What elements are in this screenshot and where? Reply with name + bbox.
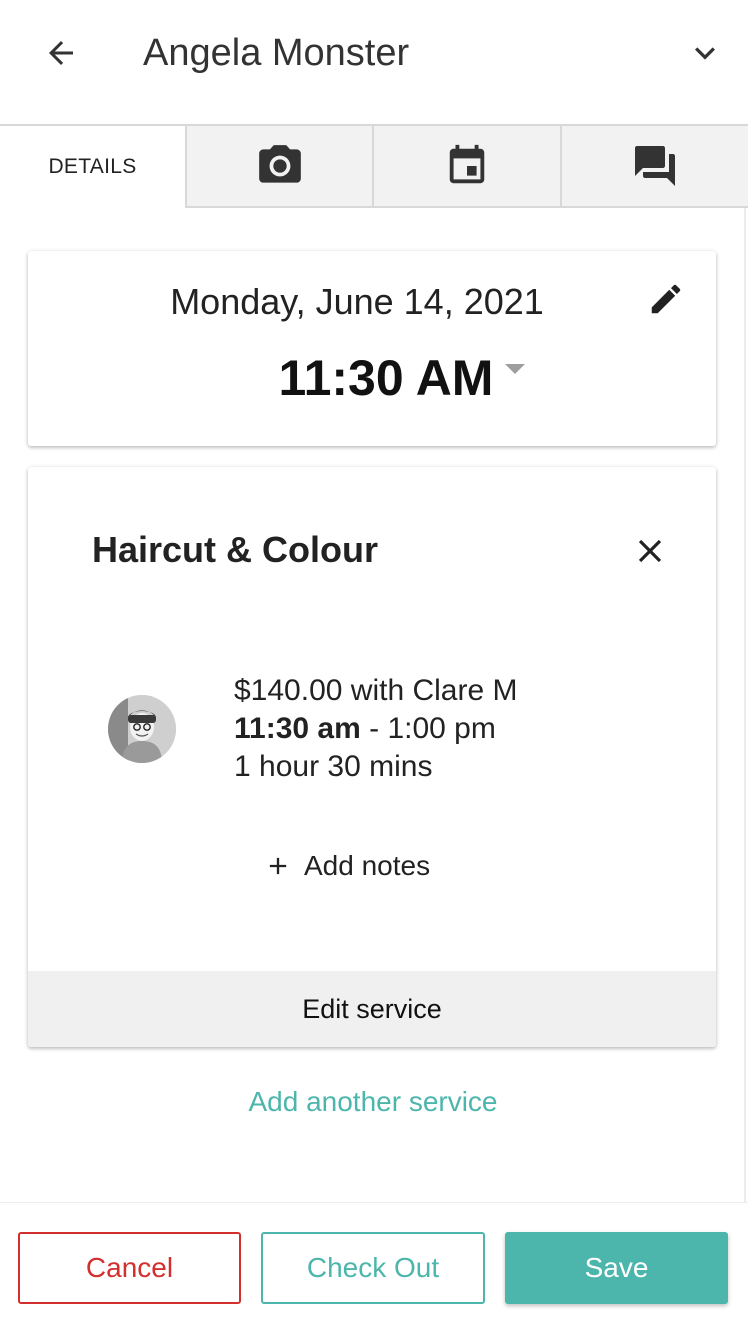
edit-date-button[interactable] [644, 277, 688, 321]
service-details: $140.00 with Clare M 11:30 am - 1:00 pm … [234, 672, 517, 786]
staff-avatar [108, 695, 176, 763]
service-name: Haircut & Colour [92, 529, 379, 570]
tab-bar: DETAILS [0, 124, 748, 208]
chat-icon [635, 146, 675, 186]
service-duration: 1 hour 30 mins [234, 750, 433, 783]
plus-icon [269, 857, 287, 875]
calendar-icon [449, 144, 485, 184]
pencil-icon [651, 284, 681, 314]
caret-down-icon [505, 364, 526, 374]
camera-icon [258, 145, 301, 183]
save-button[interactable]: Save [505, 1232, 728, 1304]
tab-messages[interactable] [560, 126, 748, 208]
tab-photos[interactable] [185, 126, 372, 208]
time-selector[interactable]: 11:30 AM [28, 349, 716, 407]
tab-details-label: DETAILS [48, 155, 137, 178]
app-header: Angela Monster [0, 0, 748, 124]
client-name: Angela Monster [143, 32, 410, 74]
appointment-datetime-card: Monday, June 14, 2021 11:30 AM [28, 251, 716, 446]
service-time-range: 11:30 am - 1:00 pm [234, 710, 517, 748]
cancel-button[interactable]: Cancel [18, 1232, 241, 1304]
add-notes-button[interactable]: Add notes [264, 850, 430, 882]
service-start-time: 11:30 am [234, 712, 361, 745]
appointment-time: 11:30 AM [278, 350, 494, 406]
edit-service-button[interactable]: Edit service [28, 971, 716, 1047]
service-end-time: - 1:00 pm [360, 712, 496, 745]
action-footer: Cancel Check Out Save [0, 1202, 748, 1330]
details-content: Monday, June 14, 2021 11:30 AM Haircut &… [0, 208, 746, 1202]
remove-service-button[interactable] [628, 529, 672, 573]
chevron-down-icon [695, 47, 715, 60]
expand-button[interactable] [680, 28, 730, 78]
arrow-left-icon [49, 41, 73, 65]
close-icon [638, 539, 662, 563]
add-notes-label: Add notes [304, 850, 431, 881]
service-price-staff: $140.00 with Clare M [234, 674, 518, 707]
service-card: Haircut & Colour $140.00 with Clare M 11… [28, 467, 716, 1047]
back-button[interactable] [36, 28, 86, 78]
add-another-service-link[interactable]: Add another service [0, 1086, 746, 1118]
check-out-button[interactable]: Check Out [261, 1232, 485, 1304]
tab-details[interactable]: DETAILS [0, 126, 185, 208]
appointment-date: Monday, June 14, 2021 [170, 281, 544, 322]
tab-calendar[interactable] [372, 126, 560, 208]
